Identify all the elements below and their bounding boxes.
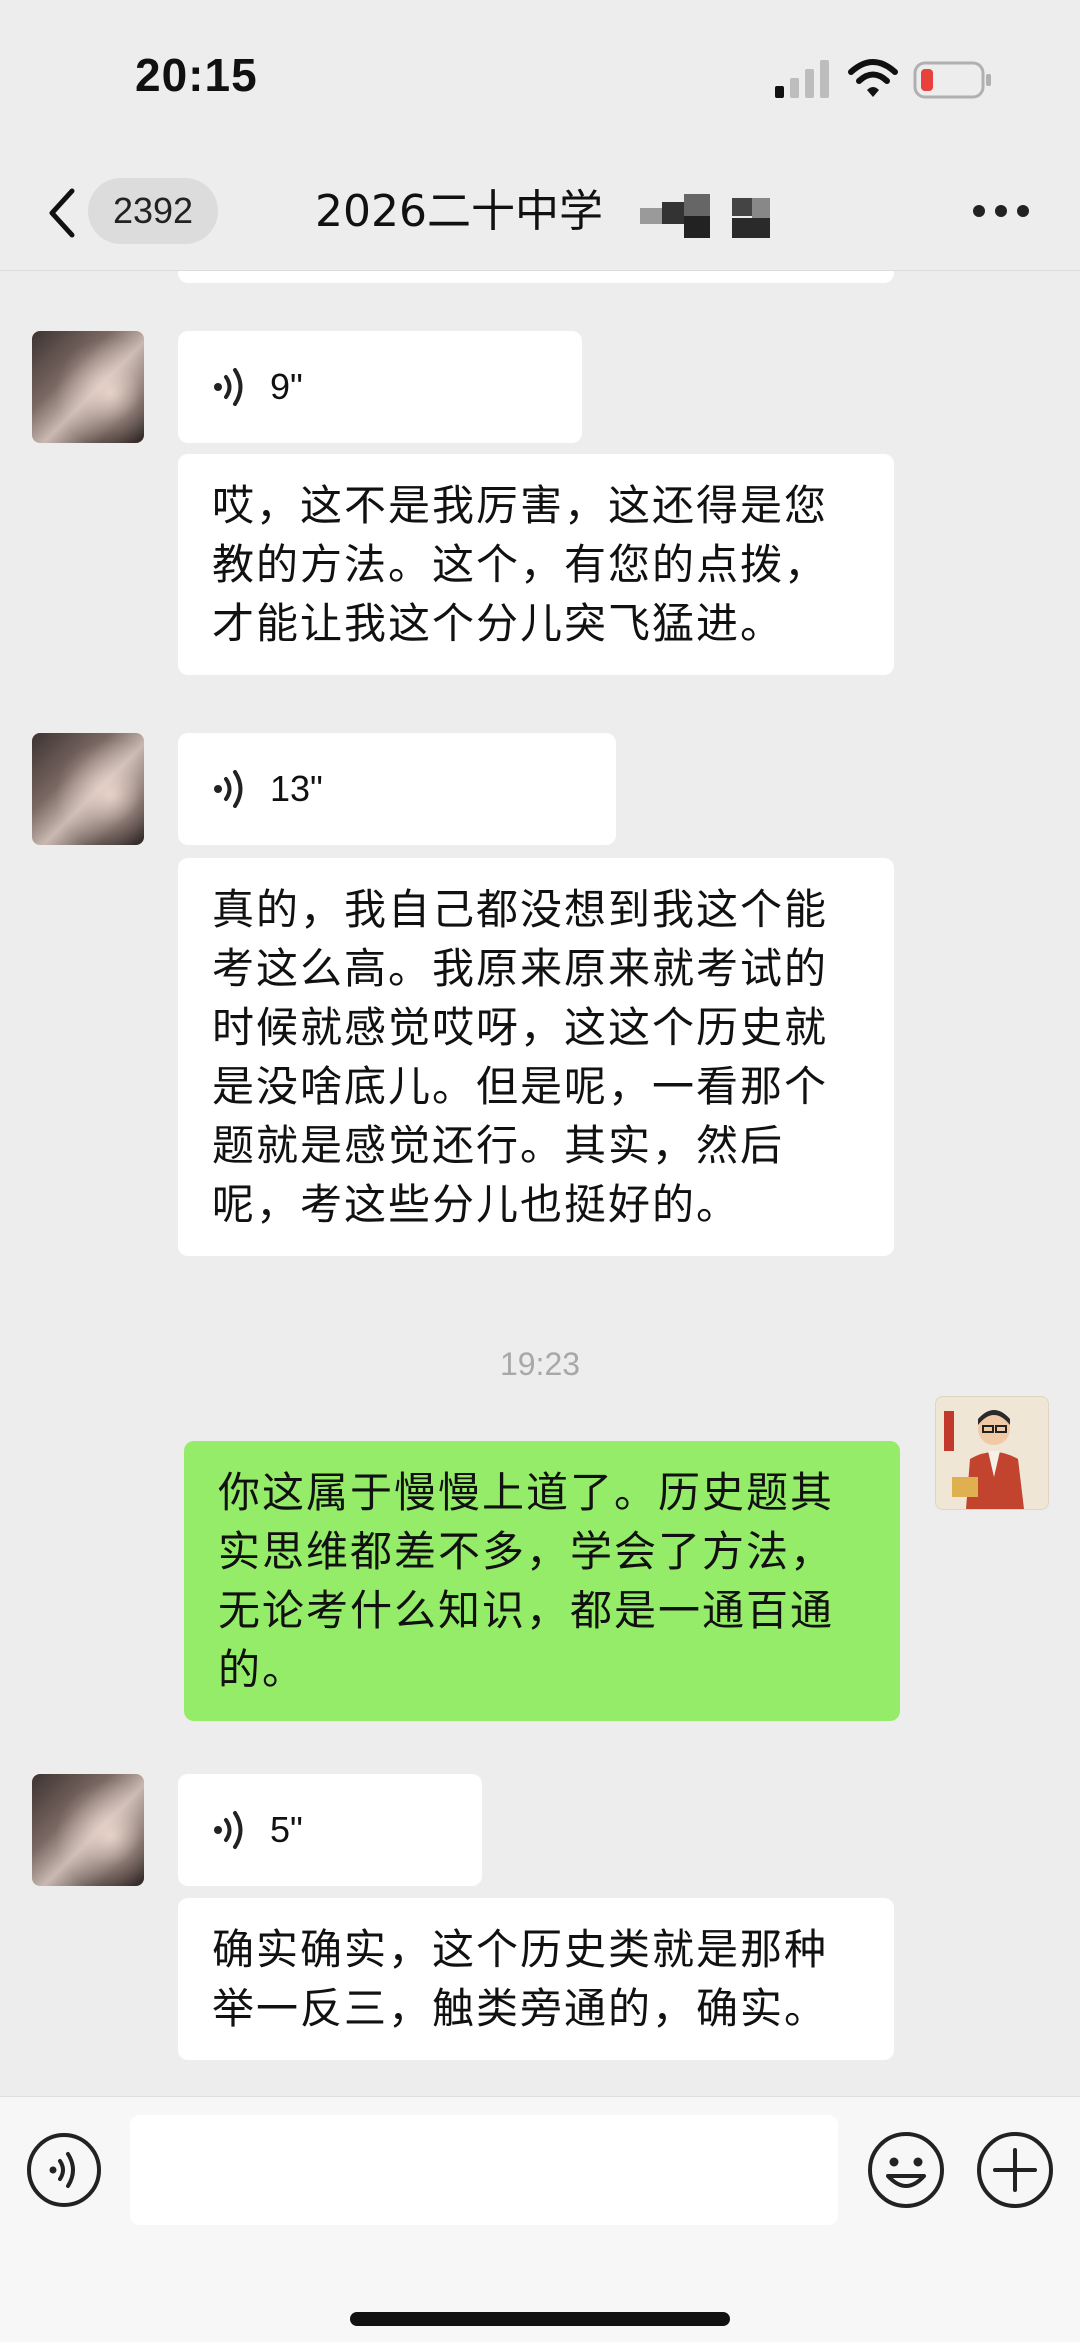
message-line: 举一反三，触类旁通的，确实。 (212, 1984, 829, 2033)
voice-message-bubble[interactable]: 13" (178, 733, 616, 845)
text-message-bubble[interactable]: 哎，这不是我厉害，这还得是您 教的方法。这个，有您的点拨， 才能让我这个分儿突飞… (178, 454, 894, 675)
voice-wave-icon (214, 1811, 243, 1849)
message-line: 是没啥底儿。但是呢，一看那个 (212, 1062, 829, 1111)
chat-area[interactable]: 9" 哎，这不是我厉害，这还得是您 教的方法。这个，有您的点拨， 才能让我这个分… (0, 271, 1080, 2096)
my-text-message-bubble[interactable]: 你这属于慢慢上道了。历史题其 实思维都差不多，学会了方法， 无论考什么知识，都是… (184, 1441, 900, 1721)
nav-bar: 2392 2026二十中学 (0, 160, 1080, 271)
signal-icon (775, 60, 829, 98)
voice-duration: 13" (270, 768, 323, 809)
previous-message-edge (178, 271, 894, 283)
message-line: 哎，这不是我厉害，这还得是您 (212, 481, 829, 530)
unread-count-badge[interactable]: 2392 (88, 178, 218, 244)
voice-icon[interactable] (26, 2132, 102, 2208)
contact-avatar[interactable] (32, 733, 144, 845)
time-divider: 19:23 (499, 1346, 581, 1382)
message-line: 呢，考这些分儿也挺好的。 (212, 1180, 741, 1229)
message-line: 真的，我自己都没想到我这个能 (212, 885, 829, 934)
voice-message-bubble[interactable]: 5" (178, 1774, 482, 1886)
message-line: 考这么高。我原来原来就考试的 (212, 944, 829, 993)
message-line: 才能让我这个分儿突飞猛进。 (212, 599, 785, 648)
home-indicator[interactable] (350, 2312, 730, 2326)
wifi-icon (848, 59, 898, 97)
more-icon[interactable] (973, 205, 1029, 221)
voice-wave-icon (214, 368, 243, 406)
message-line: 时候就感觉哎呀，这这个历史就 (212, 1003, 829, 1052)
emoji-icon[interactable] (866, 2130, 946, 2210)
chat-title: 2026二十中学 (315, 186, 603, 237)
my-avatar[interactable] (935, 1396, 1049, 1510)
status-time: 20:15 (135, 49, 258, 101)
input-bar (0, 2096, 1080, 2342)
message-line: 题就是感觉还行。其实，然后 (212, 1121, 785, 1170)
message-line: 确实确实，这个历史类就是那种 (212, 1925, 829, 1974)
contact-avatar[interactable] (32, 1774, 144, 1886)
chevron-left-icon[interactable] (44, 185, 78, 241)
contact-avatar[interactable] (32, 331, 144, 443)
voice-duration: 5" (270, 1809, 303, 1850)
message-line: 的。 (218, 1645, 307, 1694)
redacted-mosaic (640, 194, 775, 238)
plus-icon[interactable] (975, 2130, 1055, 2210)
voice-wave-icon (214, 770, 243, 808)
voice-duration: 9" (270, 366, 303, 407)
message-line: 你这属于慢慢上道了。历史题其 (218, 1468, 835, 1517)
status-bar: 20:15 (0, 0, 1080, 160)
message-line: 教的方法。这个，有您的点拨， (212, 540, 829, 589)
message-line: 实思维都差不多，学会了方法， (218, 1527, 835, 1576)
text-message-bubble[interactable]: 真的，我自己都没想到我这个能 考这么高。我原来原来就考试的 时候就感觉哎呀，这这… (178, 858, 894, 1256)
teacher-illustration (936, 1397, 1048, 1509)
message-input[interactable] (130, 2115, 838, 2225)
text-message-bubble[interactable]: 确实确实，这个历史类就是那种 举一反三，触类旁通的，确实。 (178, 1898, 894, 2060)
message-line: 无论考什么知识，都是一通百通 (218, 1586, 835, 1635)
battery-icon (913, 61, 991, 99)
voice-message-bubble[interactable]: 9" (178, 331, 582, 443)
